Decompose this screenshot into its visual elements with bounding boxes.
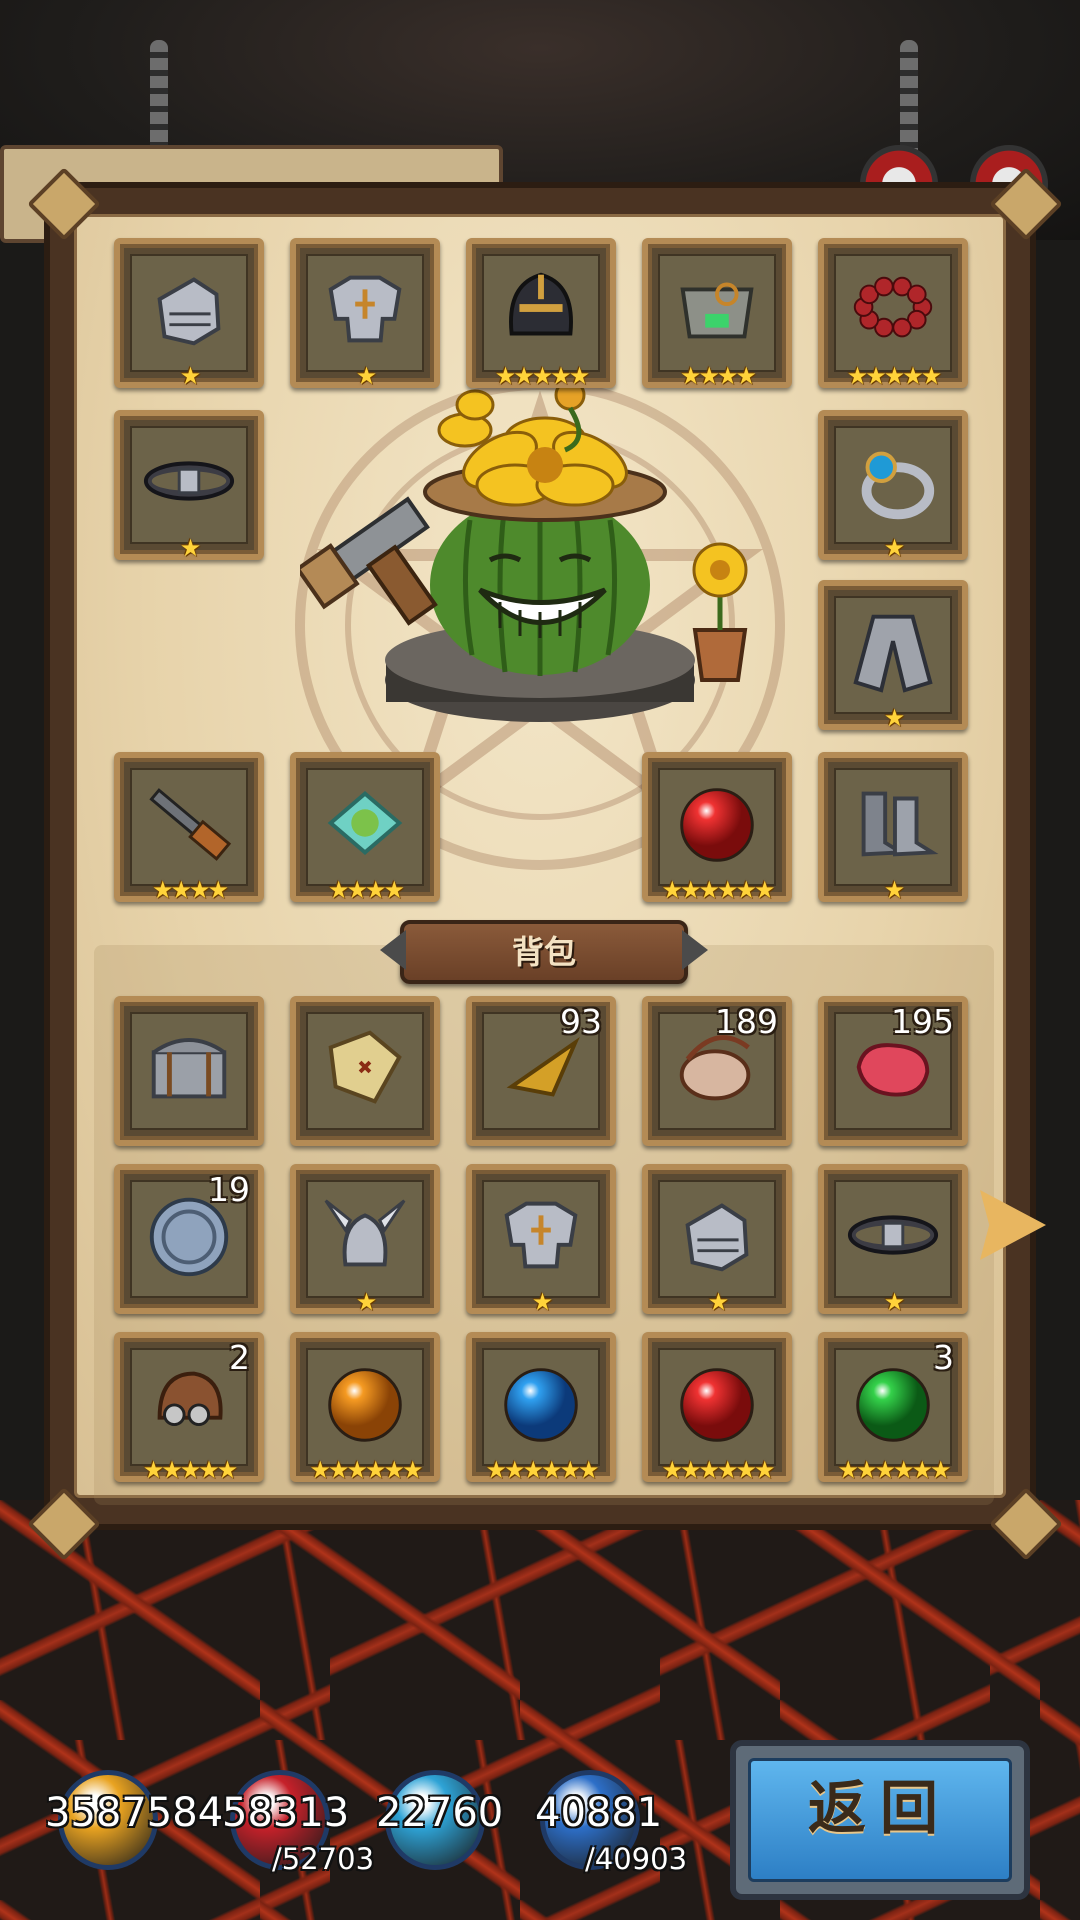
- backpack-item-slot[interactable]: 93: [466, 996, 616, 1146]
- backpack-item-slot[interactable]: ★★★★★ 2: [114, 1332, 264, 1484]
- chain-decoration: [900, 40, 918, 160]
- chain-decoration: [150, 40, 168, 160]
- item-quantity: 195: [891, 1002, 954, 1041]
- star-rating: ★: [883, 534, 906, 562]
- treasure-map-icon: [316, 1018, 414, 1116]
- star-rating: ★★★★★★: [661, 1456, 775, 1484]
- chest-armor-icon: [316, 260, 414, 358]
- star-rating: ★★★★★★: [837, 1456, 951, 1484]
- star-rating: ★: [179, 362, 202, 390]
- hp-value: 58313: [222, 1790, 350, 1836]
- equipment-slot[interactable]: ★: [818, 410, 968, 562]
- backpack-item-slot[interactable]: 189: [642, 996, 792, 1146]
- back-button-label: 返回: [807, 1774, 952, 1842]
- backpack-item-slot[interactable]: ★: [818, 1164, 968, 1316]
- cape-icon: [844, 602, 942, 700]
- backpack-item-slot[interactable]: ★★★★★★: [466, 1332, 616, 1484]
- orange-orb-icon: [316, 1354, 414, 1452]
- item-quantity: 19: [208, 1170, 250, 1209]
- aviator-cap-icon: [140, 1354, 238, 1452]
- backpack-item-slot[interactable]: ★★★★★★: [642, 1332, 792, 1484]
- backpack-banner: 背包: [400, 920, 688, 984]
- red-orb-icon: [668, 1354, 766, 1452]
- equipment-slot[interactable]: ★★★★: [642, 238, 792, 390]
- star-rating: ★★★★★★: [309, 1456, 423, 1484]
- gauntlets-icon: [140, 260, 238, 358]
- armor-piece-icon: [668, 260, 766, 358]
- star-rating: ★★★★: [327, 876, 405, 904]
- winged-helmet-icon: [316, 1186, 414, 1284]
- backpack-item-slot[interactable]: [290, 996, 440, 1146]
- item-quantity: 3: [933, 1338, 954, 1377]
- red-orb-icon: [668, 774, 766, 872]
- belt-icon: [140, 432, 238, 530]
- backpack-item-slot[interactable]: 195: [818, 996, 968, 1146]
- backpack-title: 背包: [511, 933, 576, 971]
- equipment-slot[interactable]: ★★★★★: [818, 238, 968, 390]
- star-rating: ★★★★★★: [661, 876, 775, 904]
- item-quantity: 2: [229, 1338, 250, 1377]
- iron-boots-icon: [844, 774, 942, 872]
- hero-character: [300, 380, 748, 722]
- mana-value: 22760: [376, 1790, 504, 1836]
- equipment-slot[interactable]: ★: [114, 238, 264, 390]
- item-quantity: 93: [560, 1002, 602, 1041]
- backpack-item-slot[interactable]: ★★★★★★: [290, 1332, 440, 1484]
- backpack-item-slot[interactable]: [114, 996, 264, 1146]
- green-orb-icon: [844, 1354, 942, 1452]
- red-bead-necklace-icon: [844, 260, 942, 358]
- star-rating: ★: [883, 704, 906, 732]
- backpack-item-slot[interactable]: 19: [114, 1164, 264, 1314]
- mp-value: 40881: [535, 1790, 663, 1836]
- chest-armor-icon: [492, 1186, 590, 1284]
- star-rating: ★★★★: [151, 876, 229, 904]
- backpack-item-slot[interactable]: ★: [642, 1164, 792, 1316]
- star-rating: ★★★★: [679, 362, 757, 390]
- star-rating: ★: [707, 1288, 730, 1316]
- star-rating: ★★★★★★: [485, 1456, 599, 1484]
- star-rating: ★: [179, 534, 202, 562]
- backpack-item-slot[interactable]: ★: [290, 1164, 440, 1316]
- mp-max: /40903: [585, 1842, 688, 1876]
- backpack-item-slot[interactable]: ★★★★★★ 3: [818, 1332, 968, 1484]
- star-rating: ★: [883, 876, 906, 904]
- equipment-slot[interactable]: ★: [818, 752, 968, 904]
- gold-value: 3587584: [45, 1790, 224, 1836]
- item-quantity: 189: [715, 1002, 778, 1041]
- backpack-item-slot[interactable]: ★: [466, 1164, 616, 1316]
- belt-icon: [844, 1186, 942, 1284]
- green-rune-tile-icon: [316, 774, 414, 872]
- star-rating: ★★★★★: [846, 362, 943, 390]
- equipment-slot[interactable]: ★: [114, 410, 264, 562]
- star-rating: ★: [355, 362, 378, 390]
- star-rating: ★: [531, 1288, 554, 1316]
- star-rating: ★: [883, 1288, 906, 1316]
- gauntlets-icon: [668, 1186, 766, 1284]
- equipment-slot[interactable]: ★★★★★: [466, 238, 616, 390]
- rifle-icon: [140, 774, 238, 872]
- blue-orb-icon: [492, 1354, 590, 1452]
- knight-helmet-icon: [492, 260, 590, 358]
- equipment-slot[interactable]: ★★★★★★: [642, 752, 792, 904]
- chest-icon: [140, 1018, 238, 1116]
- star-rating: ★★★★★: [142, 1456, 239, 1484]
- star-rating: ★: [355, 1288, 378, 1316]
- equipment-slot[interactable]: ★: [290, 238, 440, 390]
- hp-max: /52703: [272, 1842, 375, 1876]
- star-rating: ★★★★★: [494, 362, 591, 390]
- sapphire-ring-icon: [844, 432, 942, 530]
- equipment-slot[interactable]: ★★★★: [114, 752, 264, 904]
- back-button[interactable]: 返回: [730, 1740, 1030, 1900]
- equipment-slot[interactable]: ★★★★: [290, 752, 440, 904]
- equipment-slot[interactable]: ★: [818, 580, 968, 732]
